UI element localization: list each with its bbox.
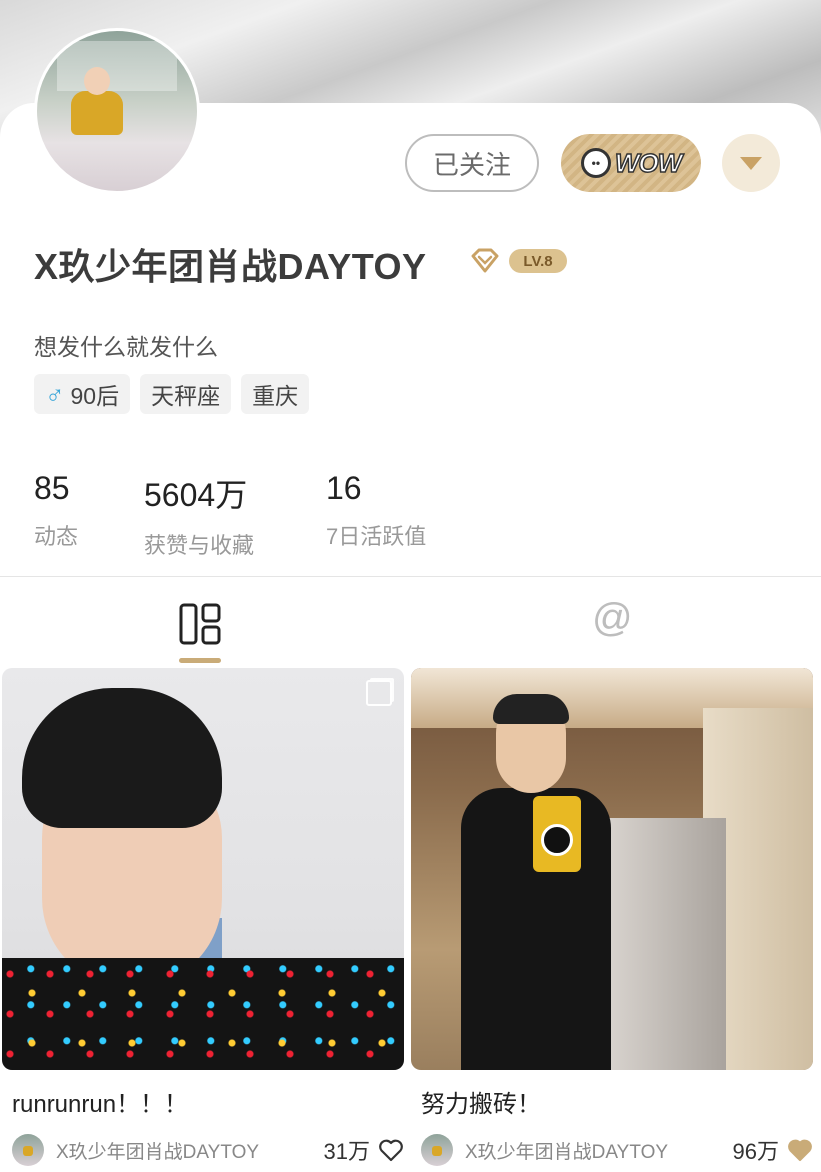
wow-button[interactable]: •• WOW (561, 134, 701, 192)
stat-activity[interactable]: 16 7日活跃值 (326, 470, 426, 551)
post-author[interactable]: X玖少年团肖战DAYTOY (465, 1137, 668, 1164)
post-like-count: 31万 (323, 1139, 370, 1164)
follow-button[interactable]: 已关注 (405, 134, 539, 192)
post-author[interactable]: X玖少年团肖战DAYTOY (56, 1137, 259, 1164)
post-title: 努力搬砖！ (421, 1091, 541, 1118)
post-meta: X玖少年团肖战DAYTOY 31万 (2, 1133, 404, 1167)
post-card[interactable]: 努力搬砖！ X玖少年团肖战DAYTOY 96万 (411, 668, 813, 1167)
avatar-figure-body (71, 91, 123, 135)
post-title: runrunrun！！！ (12, 1091, 189, 1118)
profile-name: X玖少年团肖战DAYTOY (34, 246, 427, 287)
profile-bio: 想发什么就发什么 (34, 334, 218, 360)
post-card[interactable]: runrunrun！！！ X玖少年团肖战DAYTOY 31万 (2, 668, 404, 1167)
tag-city: 重庆 (241, 374, 310, 414)
male-gender-icon: ♂ (45, 378, 65, 409)
more-dropdown-button[interactable] (722, 134, 780, 192)
photo-jacket (2, 958, 404, 1070)
stat-posts-value: 85 (34, 470, 70, 506)
post-image[interactable] (411, 668, 813, 1070)
tab-mentions-at-icon[interactable]: @ (592, 596, 633, 641)
profile-tags: ♂ 90后 天秤座 重庆 (34, 374, 310, 414)
author-avatar[interactable] (12, 1134, 44, 1166)
stat-posts[interactable]: 85 动态 (34, 470, 78, 551)
photo-hair (22, 688, 222, 828)
post-meta: X玖少年团肖战DAYTOY 96万 (411, 1133, 813, 1167)
stat-likes-label: 获赞与收藏 (144, 533, 255, 558)
stat-posts-label: 动态 (34, 524, 79, 549)
camera-lens (541, 824, 573, 856)
tab-active-indicator (179, 658, 221, 663)
profile-avatar[interactable] (34, 28, 200, 194)
divider (0, 576, 821, 577)
photo-cap (493, 694, 569, 724)
tab-posts-grid-icon[interactable] (178, 602, 222, 646)
avatar-figure-head (84, 67, 110, 95)
tag-zodiac: 天秤座 (140, 374, 232, 414)
avatar-background (57, 41, 177, 91)
post-like-count: 96万 (732, 1139, 779, 1164)
level-badge[interactable]: LV.8 (509, 249, 567, 273)
photo-phone (533, 796, 581, 872)
heart-outline-icon[interactable] (378, 1138, 404, 1162)
wow-face-icon: •• (580, 148, 611, 178)
tag-age: ♂ 90后 (34, 374, 131, 414)
author-avatar[interactable] (421, 1134, 453, 1166)
photo-gym-machine (606, 818, 726, 1070)
wow-label: WOW (614, 147, 683, 179)
stat-likes[interactable]: 5604万 获赞与收藏 (144, 470, 254, 560)
stat-activity-value: 16 (326, 470, 362, 506)
stat-activity-label: 7日活跃值 (326, 524, 427, 549)
heart-filled-icon[interactable] (787, 1138, 813, 1162)
diamond-icon[interactable] (470, 248, 500, 274)
post-image[interactable] (2, 668, 404, 1070)
stat-likes-value: 5604万 (144, 477, 248, 513)
multi-image-icon (366, 680, 392, 706)
tag-age-label: 90后 (70, 383, 120, 409)
chevron-down-icon (740, 156, 762, 170)
